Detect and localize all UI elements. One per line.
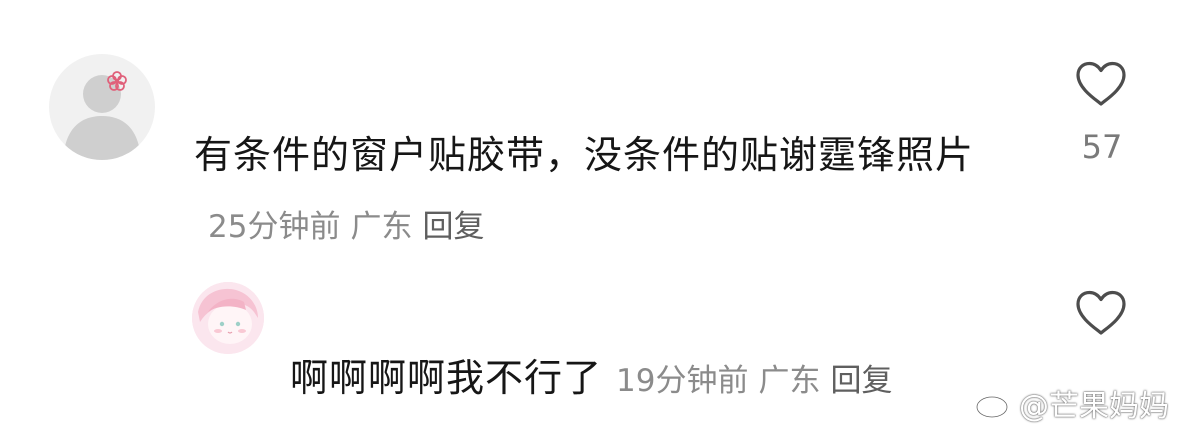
comment-text: 啊啊啊啊我不行了 (290, 356, 603, 400)
heart-outline-icon[interactable] (1074, 60, 1128, 108)
comment-section: 有条件的窗户贴胶带，没条件的贴谢霆锋照片25分钟前 广东 回复 57 啊啊啊啊我不行… (0, 0, 1179, 432)
user-avatar[interactable] (192, 282, 264, 354)
comment-location: 广东 (350, 209, 413, 245)
comment-meta: 19分钟前 广东 回复 (602, 363, 892, 399)
watermark: @芒果妈妈 (975, 381, 1169, 425)
comment-body: 啊啊啊啊我不行了 19分钟前 广东 回复 (290, 352, 892, 407)
like-count: 57 (1081, 128, 1123, 166)
default-avatar-icon (63, 71, 141, 160)
comment-body: 有条件的窗户贴胶带，没条件的贴谢霆锋照片 25分钟前 广东 回复 (194, 121, 994, 262)
comment-text: 有条件的窗户贴胶带，没条件的贴谢霆锋照片 (194, 133, 975, 177)
comment-meta: 25分钟前 广东 回复 (194, 209, 484, 245)
comment-time: 19分钟前 (616, 363, 749, 399)
anime-avatar-icon (192, 282, 264, 354)
reply-button[interactable]: 回复 (422, 209, 484, 245)
comment-location: 广东 (758, 363, 821, 399)
watermark-text: @芒果妈妈 (1019, 389, 1169, 424)
reply-button[interactable]: 回复 (830, 363, 892, 399)
weibo-logo-icon (975, 390, 1014, 419)
user-avatar[interactable] (49, 54, 155, 160)
heart-outline-icon[interactable] (1074, 289, 1128, 337)
comment-time: 25分钟前 (208, 209, 341, 245)
